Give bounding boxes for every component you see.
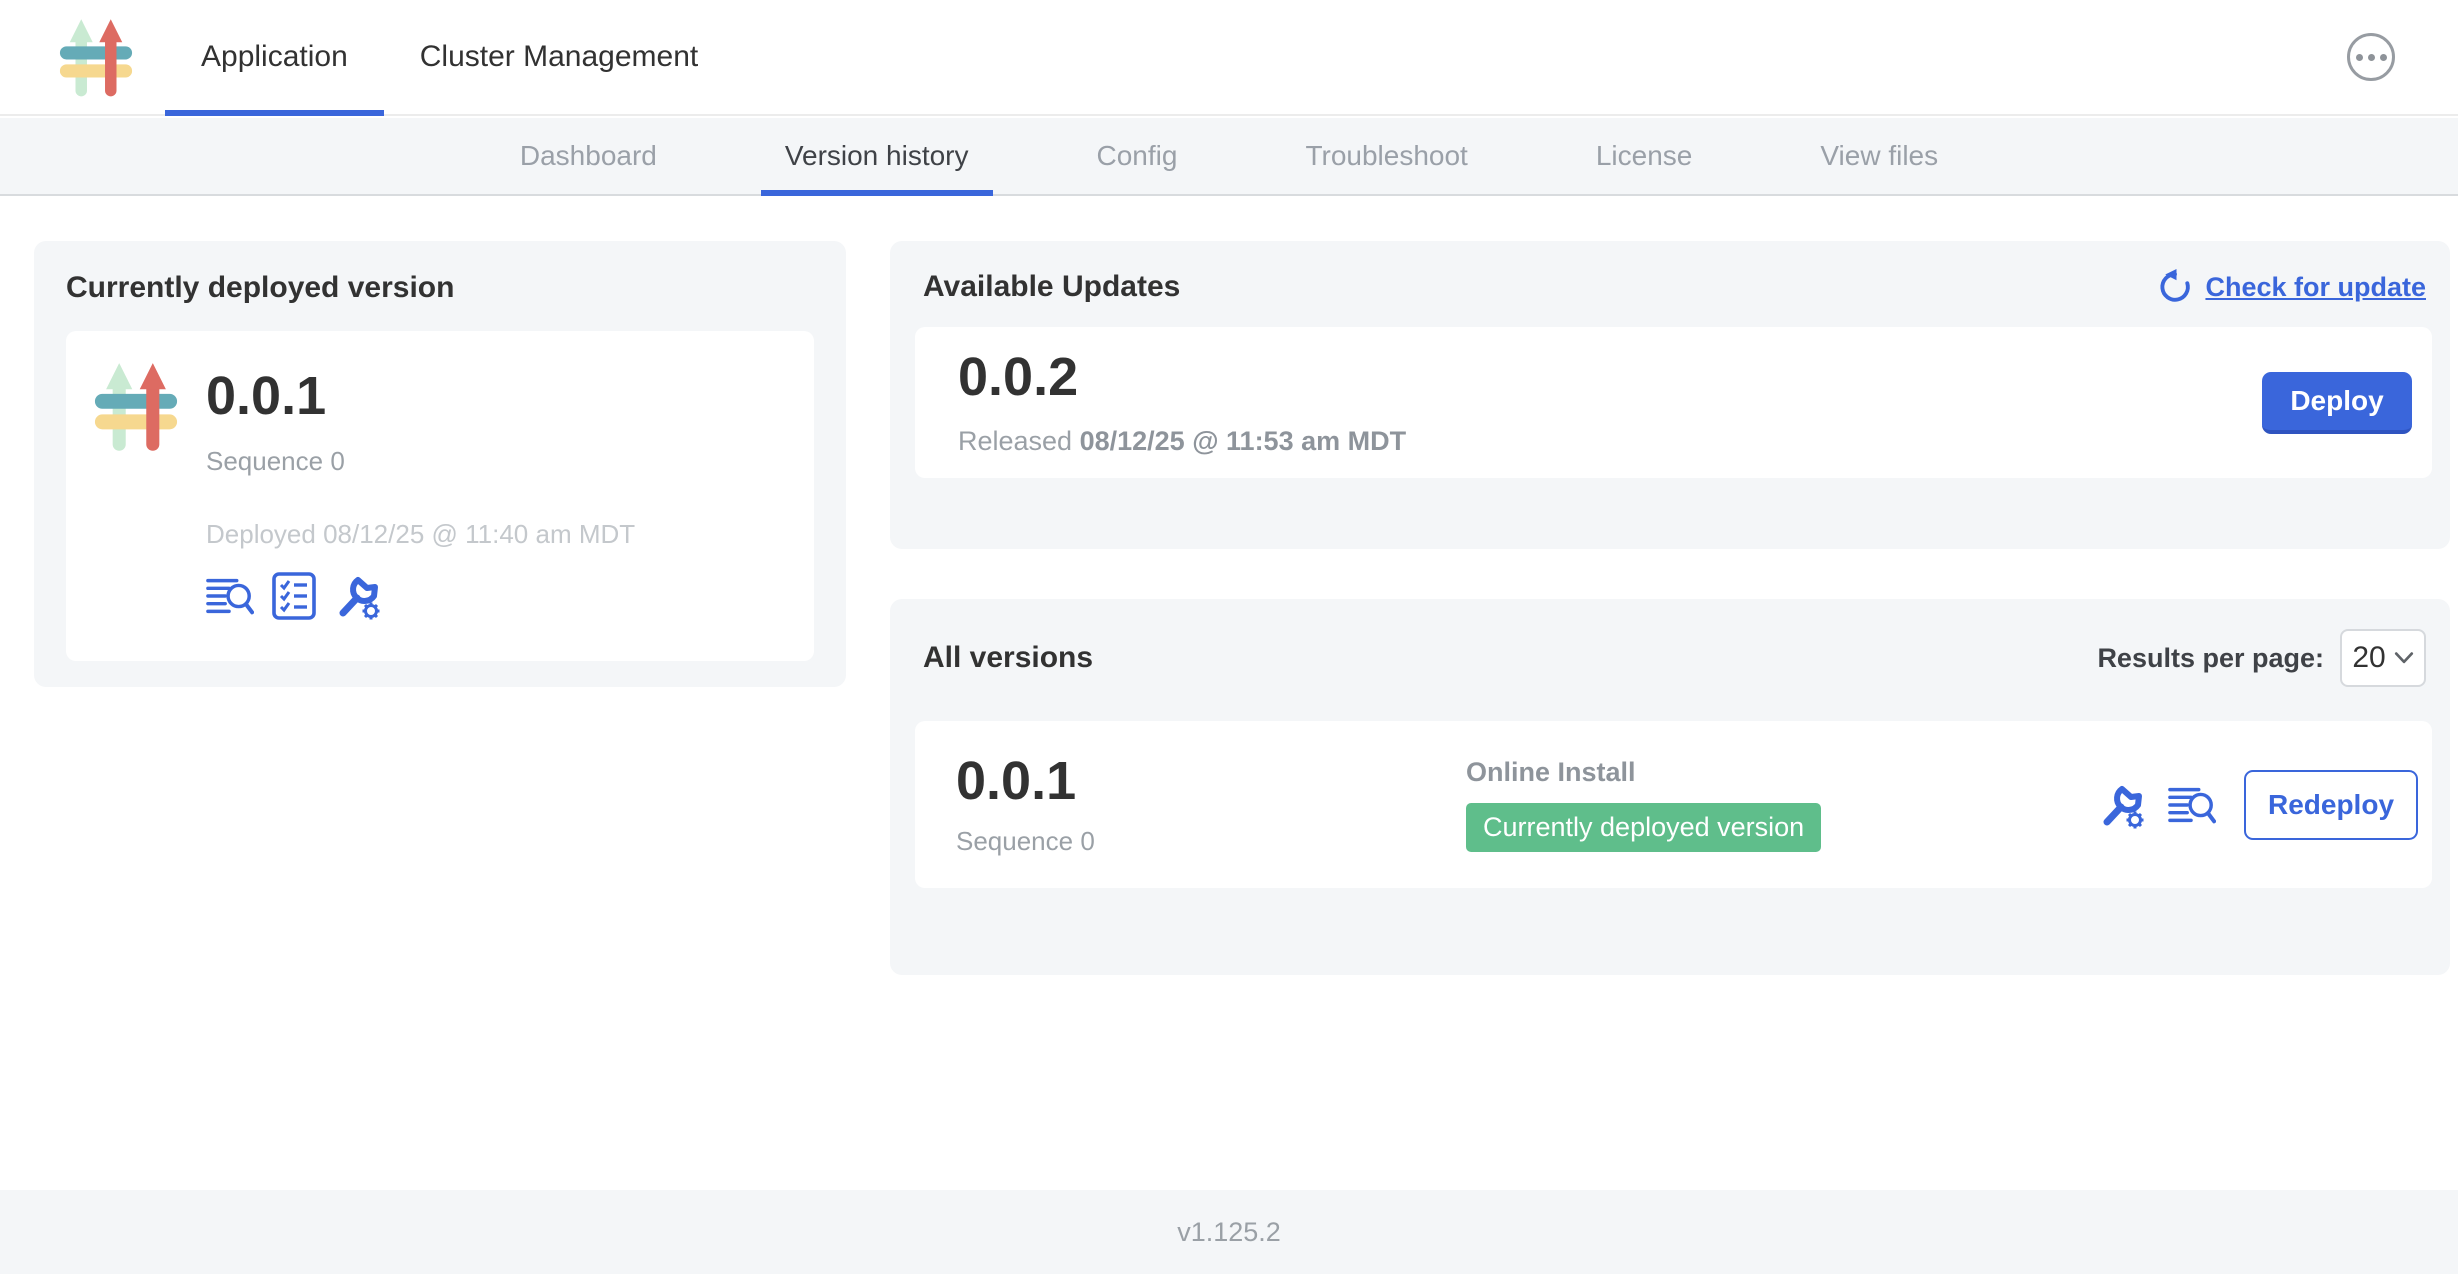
tab-cluster-management-label: Cluster Management	[420, 40, 698, 74]
update-version: 0.0.2	[958, 348, 1406, 407]
config-wrench-icon[interactable]	[2098, 781, 2146, 829]
row-version: 0.0.1	[956, 752, 1466, 811]
diff-icon[interactable]	[2168, 781, 2216, 829]
deployed-version: 0.0.1	[206, 367, 635, 426]
check-for-update-label: Check for update	[2205, 272, 2426, 303]
deployed-actions	[206, 572, 635, 620]
install-type-label: Online Install	[1466, 757, 1636, 788]
version-row-actions: Redeploy	[2098, 770, 2418, 840]
diff-icon[interactable]	[206, 572, 254, 620]
deployed-sequence: Sequence 0	[206, 446, 635, 477]
check-for-update-link[interactable]: Check for update	[2157, 269, 2426, 305]
subnav-item-label: Dashboard	[520, 140, 657, 172]
available-updates-title: Available Updates	[923, 270, 1180, 304]
released-prefix: Released	[958, 426, 1072, 456]
subnav-item-troubleshoot[interactable]: Troubleshoot	[1281, 118, 1491, 194]
update-card: 0.0.2 Released 08/12/25 @ 11:53 am MDT D…	[915, 327, 2432, 478]
results-per-page-label: Results per page:	[2097, 643, 2324, 674]
app-footer: v1.125.2	[0, 1190, 2458, 1274]
ellipsis-dot	[2368, 54, 2375, 61]
ellipsis-dot	[2380, 54, 2387, 61]
ellipsis-dot	[2356, 54, 2363, 61]
update-info: 0.0.2 Released 08/12/25 @ 11:53 am MDT	[958, 348, 1406, 456]
currently-deployed-badge: Currently deployed version	[1466, 803, 1821, 852]
tab-cluster-management[interactable]: Cluster Management	[384, 0, 734, 114]
more-menu-button[interactable]	[2347, 33, 2395, 81]
update-released-line: Released 08/12/25 @ 11:53 am MDT	[958, 426, 1406, 457]
version-history-page: .lg{fill:var(--logo-green)}.lr{fill:var(…	[0, 0, 2458, 1274]
subnav-item-label: License	[1596, 140, 1693, 172]
currently-deployed-panel: Currently deployed version 0.0.1 Sequenc…	[34, 241, 846, 687]
subnav-item-license[interactable]: License	[1572, 118, 1717, 194]
all-versions-header: All versions Results per page: 20	[923, 629, 2426, 687]
subnav-item-version-history[interactable]: Version history	[761, 118, 993, 194]
subnav-item-config[interactable]: Config	[1073, 118, 1202, 194]
chevron-down-icon	[2394, 651, 2414, 665]
subnav-item-label: Config	[1097, 140, 1178, 172]
deployed-timestamp: Deployed 08/12/25 @ 11:40 am MDT	[206, 519, 635, 550]
subnav-item-view-files[interactable]: View files	[1796, 118, 1962, 194]
all-versions-title: All versions	[923, 641, 1093, 675]
currently-deployed-card: 0.0.1 Sequence 0 Deployed 08/12/25 @ 11:…	[66, 331, 814, 661]
console-version: v1.125.2	[1177, 1217, 1281, 1248]
subnav-item-label: Version history	[785, 140, 969, 172]
config-wrench-icon[interactable]	[334, 572, 382, 620]
tab-application-label: Application	[201, 40, 348, 74]
tab-application[interactable]: Application	[165, 0, 384, 114]
released-timestamp: 08/12/25 @ 11:53 am MDT	[1080, 426, 1407, 456]
app-header: .lg{fill:var(--logo-green)}.lr{fill:var(…	[0, 0, 2458, 116]
preflight-checklist-icon[interactable]	[270, 572, 318, 620]
results-per-page: Results per page: 20	[2097, 629, 2426, 687]
all-versions-panel: All versions Results per page: 20 0.0.1 …	[890, 599, 2450, 975]
app-subnav: Dashboard Version history Config Trouble…	[0, 118, 2458, 196]
version-row-status-col: Online Install Currently deployed versio…	[1466, 757, 1821, 852]
available-updates-header: Available Updates Check for update	[923, 269, 2426, 305]
refresh-icon	[2157, 269, 2193, 305]
header-tabs: Application Cluster Management	[165, 0, 734, 114]
redeploy-button[interactable]: Redeploy	[2244, 770, 2418, 840]
version-row-version-col: 0.0.1 Sequence 0	[956, 752, 1466, 856]
subnav-item-label: Troubleshoot	[1305, 140, 1467, 172]
deployed-info: 0.0.1 Sequence 0 Deployed 08/12/25 @ 11:…	[206, 359, 635, 637]
results-per-page-select[interactable]: 20	[2340, 629, 2426, 687]
version-row: 0.0.1 Sequence 0 Online Install Currentl…	[915, 721, 2432, 888]
app-logo-icon: .lg{fill:var(--logo-green)}.lr{fill:var(…	[59, 16, 133, 98]
subnav-item-dashboard[interactable]: Dashboard	[496, 118, 681, 194]
row-sequence: Sequence 0	[956, 826, 1466, 857]
available-updates-panel: Available Updates Check for update 0.0.2…	[890, 241, 2450, 549]
currently-deployed-title: Currently deployed version	[66, 271, 814, 305]
app-logo-icon	[94, 359, 178, 453]
results-per-page-value: 20	[2352, 641, 2385, 675]
subnav-item-label: View files	[1820, 140, 1938, 172]
deploy-button[interactable]: Deploy	[2262, 372, 2412, 434]
